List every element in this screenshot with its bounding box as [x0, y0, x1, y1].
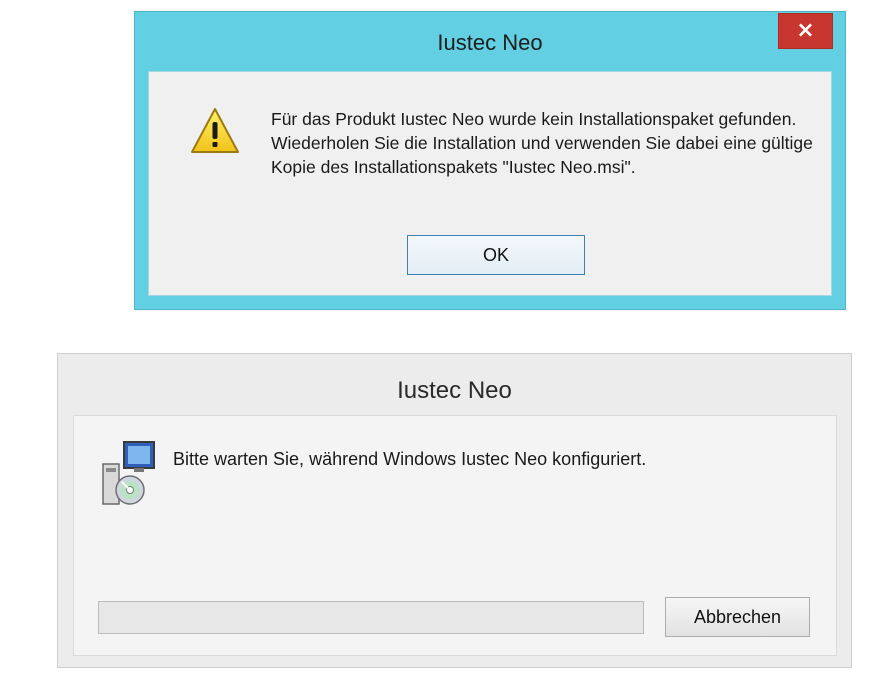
close-button[interactable]: ×: [778, 13, 833, 49]
cancel-button[interactable]: Abbrechen: [665, 597, 810, 637]
error-dialog-title: Iustec Neo: [437, 30, 543, 55]
error-dialog: Iustec Neo × Für das Produkt Iustec Neo …: [134, 11, 846, 310]
progress-dialog-body: Bitte warten Sie, während Windows Iustec…: [73, 415, 837, 656]
error-message: Für das Produkt Iustec Neo wurde kein In…: [271, 109, 813, 177]
progress-message: Bitte warten Sie, während Windows Iustec…: [173, 449, 647, 469]
screen: Iustec Neo Bitte warten Sie, während Win…: [0, 0, 886, 681]
installer-package-icon: [102, 441, 155, 505]
progress-dialog-title: Iustec Neo: [397, 377, 512, 404]
progress-bar: [98, 601, 644, 634]
warning-icon: [191, 108, 239, 153]
close-icon: ×: [796, 18, 815, 43]
error-dialog-body: Für das Produkt Iustec Neo wurde kein In…: [148, 71, 832, 296]
progress-dialog: Iustec Neo Bitte warten Sie, während Win…: [57, 353, 852, 668]
error-dialog-title-bar[interactable]: Iustec Neo ×: [135, 12, 845, 72]
ok-button[interactable]: OK: [407, 235, 585, 275]
